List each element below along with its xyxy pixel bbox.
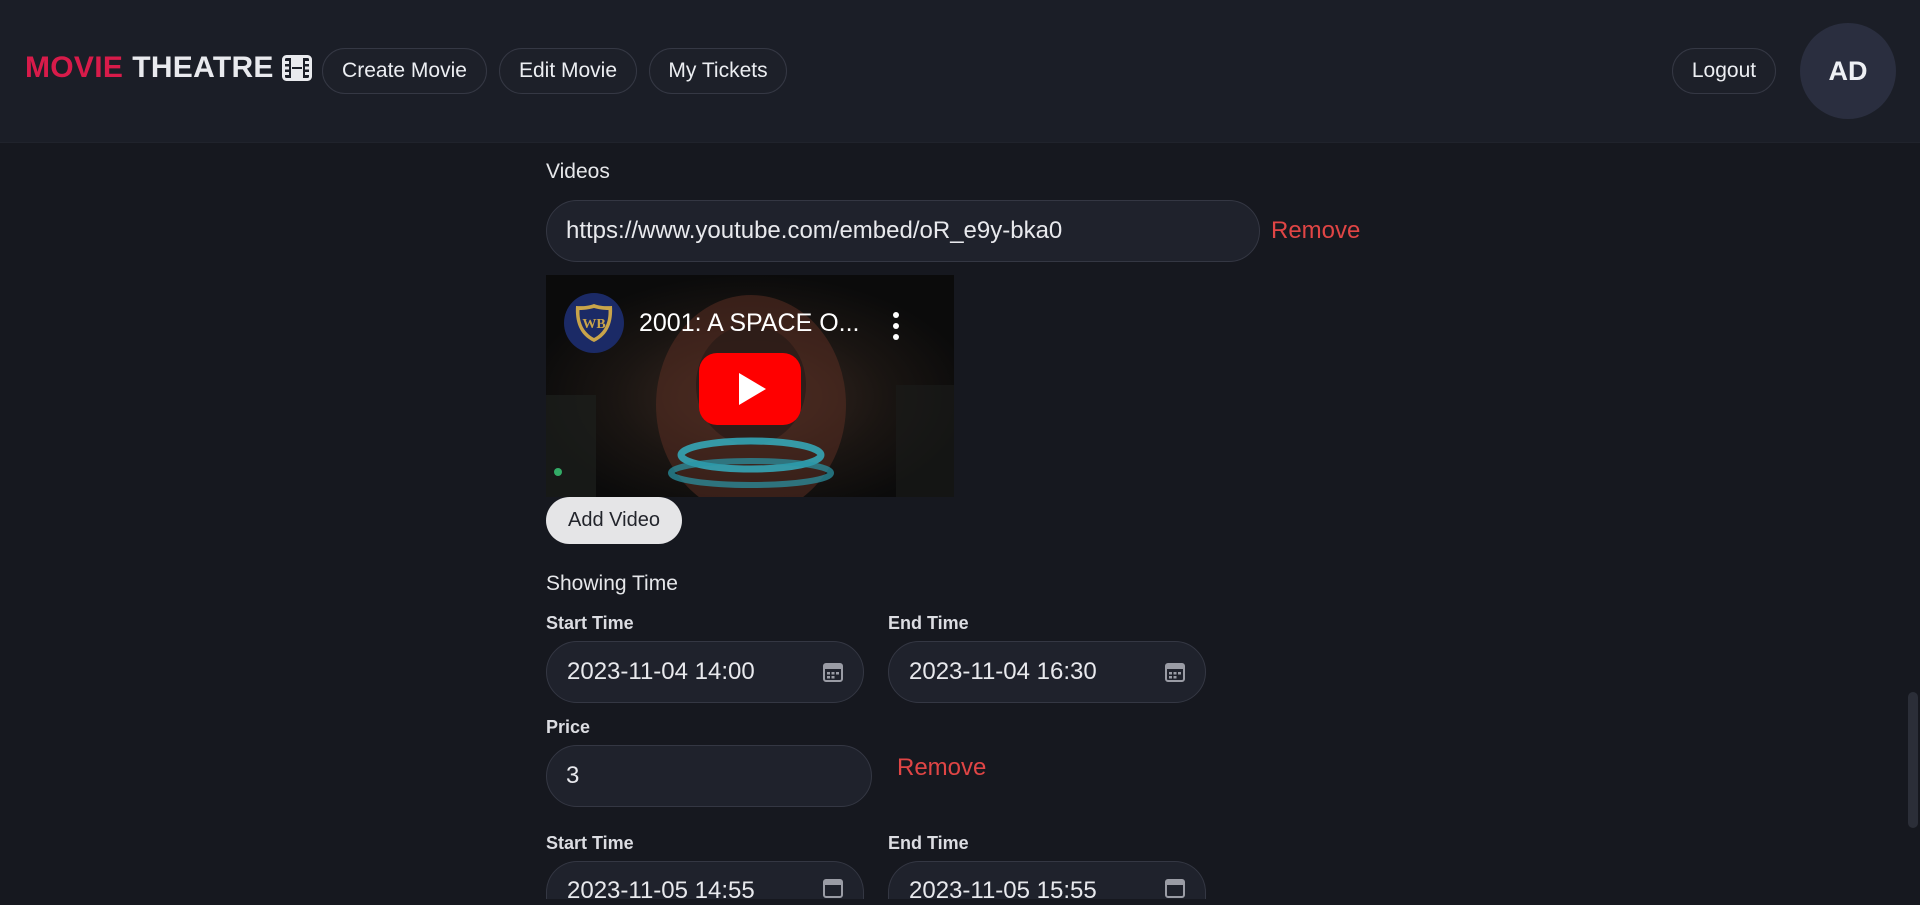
- video-url-value: https://www.youtube.com/embed/oR_e9y-bka…: [566, 217, 1063, 244]
- end-time-label: End Time: [888, 613, 969, 633]
- start-time-input[interactable]: 2023-11-04 14:00: [546, 641, 864, 703]
- top-navbar: MOVIE THEATRE Create Movie Edit Movie My…: [0, 0, 1920, 143]
- wb-shield-icon[interactable]: WB: [564, 293, 624, 353]
- remove-showing-button[interactable]: Remove: [897, 754, 986, 782]
- user-avatar[interactable]: AD: [1800, 23, 1896, 119]
- add-video-button[interactable]: Add Video: [546, 497, 682, 544]
- brand-word-movie: MOVIE: [25, 51, 124, 84]
- remove-video-button[interactable]: Remove: [1271, 217, 1360, 245]
- brand-logo[interactable]: MOVIE THEATRE: [25, 51, 312, 85]
- videos-section-label: Videos: [546, 160, 610, 183]
- play-icon[interactable]: [699, 353, 801, 425]
- svg-text:WB: WB: [582, 317, 605, 332]
- start-time-label: Start Time: [546, 613, 634, 633]
- nav-my-tickets[interactable]: My Tickets: [649, 48, 787, 94]
- calendar-icon[interactable]: [1164, 661, 1186, 683]
- video-player[interactable]: WB 2001: A SPACE O...: [546, 275, 954, 497]
- calendar-icon[interactable]: [822, 877, 844, 899]
- calendar-icon[interactable]: [822, 661, 844, 683]
- brand-word-theatre: THEATRE: [132, 51, 274, 84]
- nav-edit-movie[interactable]: Edit Movie: [499, 48, 637, 94]
- price-input[interactable]: 3: [546, 745, 872, 807]
- start-time-input[interactable]: 2023-11-05 14:55: [546, 861, 864, 904]
- price-label: Price: [546, 717, 591, 737]
- end-time-input[interactable]: 2023-11-04 16:30: [888, 641, 1206, 703]
- kebab-menu-icon[interactable]: [890, 311, 902, 341]
- film-icon: [281, 55, 312, 81]
- price-value: 3: [566, 762, 580, 789]
- end-time-input[interactable]: 2023-11-05 15:55: [888, 861, 1206, 904]
- page-scrollbar-thumb[interactable]: [1908, 692, 1918, 828]
- logout-button[interactable]: Logout: [1672, 48, 1776, 94]
- showing-time-section-label: Showing Time: [546, 572, 678, 595]
- calendar-icon[interactable]: [1164, 877, 1186, 899]
- end-time-value: 2023-11-05 15:55: [909, 877, 1097, 904]
- start-time-value: 2023-11-04 14:00: [567, 658, 755, 685]
- end-time-label: End Time: [888, 833, 969, 853]
- nav-create-movie[interactable]: Create Movie: [322, 48, 487, 94]
- start-time-value: 2023-11-05 14:55: [567, 877, 755, 904]
- start-time-label: Start Time: [546, 833, 634, 853]
- end-time-value: 2023-11-04 16:30: [909, 658, 1097, 685]
- video-title[interactable]: 2001: A SPACE O...: [639, 309, 860, 338]
- video-url-input[interactable]: https://www.youtube.com/embed/oR_e9y-bka…: [546, 200, 1260, 262]
